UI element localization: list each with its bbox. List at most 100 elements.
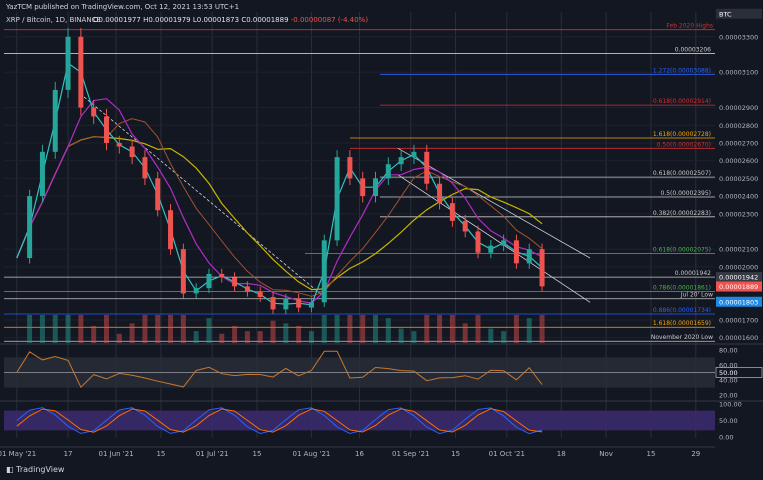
y-tick-label: 0.00002000 bbox=[719, 263, 758, 271]
volume-bar bbox=[475, 315, 481, 343]
candle-body bbox=[411, 151, 417, 158]
volume-bar bbox=[180, 315, 186, 343]
volume-bar bbox=[437, 315, 443, 343]
volume-bar bbox=[488, 328, 494, 343]
y-tick-label: 0.00002300 bbox=[719, 210, 758, 218]
volume-bar bbox=[411, 331, 417, 343]
publisher-line: YazTCM published on TradingView.com, Oct… bbox=[6, 3, 240, 11]
level-label: 0.886(0.00001734) bbox=[653, 307, 711, 314]
x-tick-label: 15 bbox=[253, 450, 262, 458]
volume-bar bbox=[103, 315, 109, 343]
volume-bar bbox=[270, 320, 276, 343]
y-tick-label: 0.00001600 bbox=[719, 334, 758, 342]
volume-bar bbox=[462, 323, 468, 343]
candle-body bbox=[526, 249, 532, 264]
rsi-tick-label: 80.00 bbox=[719, 346, 738, 354]
candle-body bbox=[334, 157, 340, 241]
x-tick-label: 15 bbox=[646, 450, 655, 458]
price-tag-label: 0.00001803 bbox=[719, 298, 758, 306]
y-tick-label: 0.00003100 bbox=[719, 69, 758, 77]
volume-bar bbox=[308, 331, 314, 343]
candle-body bbox=[168, 210, 174, 250]
x-tick-label: 29 bbox=[691, 450, 700, 458]
price-tag-label: BTC bbox=[719, 10, 732, 18]
x-tick-label: 01 Jun '21 bbox=[99, 450, 134, 458]
symbol-line: XRP / Bitcoin, 1D, BINANCE bbox=[6, 16, 101, 24]
y-tick-label: 0.00002600 bbox=[719, 157, 758, 165]
x-tick-label: Nov bbox=[599, 450, 613, 458]
x-tick-label: 01 Oct '21 bbox=[489, 450, 525, 458]
y-tick-label: 0.00002900 bbox=[719, 104, 758, 112]
volume-bar bbox=[129, 323, 135, 343]
volume-bar bbox=[360, 315, 366, 343]
candle-body bbox=[398, 157, 404, 165]
stoch-tick-label: 50.00 bbox=[719, 417, 738, 425]
candle-body bbox=[437, 183, 443, 204]
volume-bar bbox=[219, 333, 225, 343]
volume-bar bbox=[283, 323, 289, 343]
volume-bar bbox=[424, 315, 430, 343]
candle-body bbox=[129, 146, 135, 158]
volume-bar bbox=[39, 315, 45, 343]
volume-bar bbox=[373, 315, 379, 343]
candle-body bbox=[347, 157, 353, 179]
level-label: 0.618(0.00002507) bbox=[653, 170, 711, 177]
ohlc-readout: O0.00001977 H0.00001979 L0.00001873 C0.0… bbox=[93, 16, 368, 24]
volume-bar bbox=[501, 331, 507, 343]
logo-text: TradingView bbox=[16, 465, 65, 474]
candle-body bbox=[27, 196, 33, 259]
x-tick-label: 01 Aug '21 bbox=[293, 450, 331, 458]
volume-bar bbox=[526, 318, 532, 343]
chart-svg: 01 May '21 17 01 Jun '21 15 01 Jul '21 15 01 A… bbox=[0, 0, 763, 480]
level-label: 0.50(0.00002670) bbox=[657, 141, 711, 148]
candle-body bbox=[91, 107, 97, 117]
candle-body bbox=[257, 291, 263, 297]
y-tick-label: 0.00002100 bbox=[719, 246, 758, 254]
candle-body bbox=[488, 245, 494, 253]
ohlc-open: O0.00001977 bbox=[93, 16, 141, 24]
volume-bar bbox=[168, 315, 174, 343]
x-tick-label: 16 bbox=[355, 450, 364, 458]
volume-bar bbox=[296, 325, 302, 343]
ohlc-change: -0.00000087 (-4.40%) bbox=[290, 16, 369, 24]
candle-body bbox=[385, 164, 391, 179]
volume-bar bbox=[52, 315, 58, 343]
volume-bar bbox=[449, 315, 455, 343]
candle-body bbox=[321, 240, 327, 303]
x-tick-label: 15 bbox=[451, 450, 460, 458]
rsi-marker-label: 50.00 bbox=[719, 369, 738, 377]
y-tick-label: 0.00002800 bbox=[719, 122, 758, 130]
candle-body bbox=[424, 151, 430, 184]
candle-body bbox=[206, 273, 212, 289]
y-tick-label: 0.00002400 bbox=[719, 193, 758, 201]
candle-body bbox=[116, 142, 122, 147]
tradingview-logo: ◧ TradingView bbox=[6, 465, 64, 474]
volume-bar bbox=[334, 315, 340, 343]
volume-bar bbox=[398, 328, 404, 343]
volume-bar bbox=[513, 315, 519, 343]
candle-body bbox=[283, 298, 289, 310]
candle-body bbox=[52, 89, 58, 152]
x-tick-label: 01 May '21 bbox=[0, 450, 36, 458]
price-tag-label: 0.00001942 bbox=[719, 274, 758, 282]
volume-bar bbox=[78, 315, 84, 343]
candle-body bbox=[296, 298, 302, 308]
ohlc-low: L0.00001873 bbox=[192, 16, 240, 24]
volume-bar bbox=[257, 331, 263, 343]
level-label: 0.5(0.00002395) bbox=[661, 190, 712, 197]
volume-bar bbox=[321, 315, 327, 343]
level-label: 0.618(0.00002075) bbox=[653, 247, 711, 254]
x-tick-label: 18 bbox=[557, 450, 566, 458]
candle-body bbox=[219, 273, 225, 278]
candle-body bbox=[475, 231, 481, 253]
level-label: 1.272(0.00003088) bbox=[653, 67, 711, 74]
candle-body bbox=[180, 249, 186, 294]
candle-body bbox=[308, 302, 314, 308]
stoch-tick-label: 0.00 bbox=[719, 434, 733, 442]
level-label: 1.618(0.00001659) bbox=[653, 320, 711, 327]
volume-bar bbox=[244, 331, 250, 343]
x-tick-label: 15 bbox=[156, 450, 165, 458]
volume-bar bbox=[539, 315, 545, 343]
stoch-band bbox=[4, 410, 715, 431]
candle-body bbox=[449, 203, 455, 221]
